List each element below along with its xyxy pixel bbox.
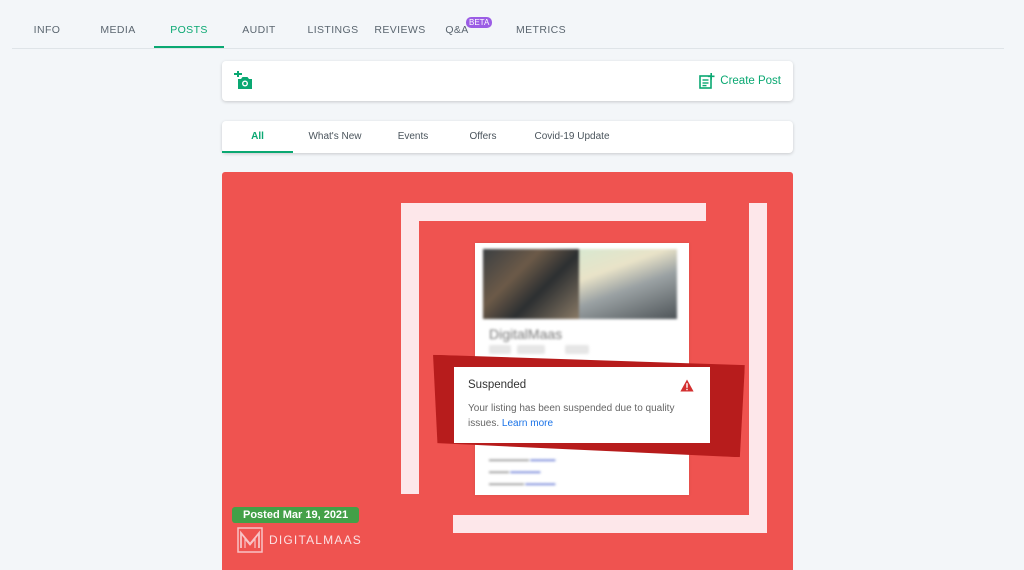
listing-detail-line: ▬▬▬▬▬▬▬ ▬▬▬▬▬▬: [489, 481, 556, 487]
map-photo: [579, 249, 677, 319]
top-nav: INFO MEDIA POSTS AUDIT LISTINGS REVIEWS …: [12, 12, 1004, 49]
filter-tab-offers[interactable]: Offers: [454, 121, 512, 153]
digitalmaas-logo-icon: [237, 527, 263, 553]
posted-date-badge: Posted Mar 19, 2021: [232, 507, 360, 523]
tab-info[interactable]: INFO: [24, 12, 70, 48]
listing-chip: [489, 345, 511, 354]
filter-tab-covid-update[interactable]: Covid-19 Update: [524, 121, 620, 153]
listing-detail-line: ▬▬▬▬▬▬▬▬ ▬▬▬▬▬: [489, 457, 556, 463]
post-image[interactable]: DigitalMaas ▬▬▬▬▬▬▬▬ ▬▬▬▬▬ ▬▬▬▬ ▬▬▬▬▬▬ ▬…: [222, 172, 793, 570]
tab-posts[interactable]: POSTS: [154, 12, 224, 48]
create-post-card: Create Post: [222, 61, 793, 101]
tab-metrics[interactable]: METRICS: [512, 12, 570, 48]
tab-reviews[interactable]: REVIEWS: [374, 12, 426, 48]
brand-name: DIGITALMAAS: [269, 533, 362, 547]
suspended-notice: Suspended Your listing has been suspende…: [454, 367, 710, 443]
notice-message: Your listing has been suspended due to q…: [468, 403, 675, 429]
decor-bar-bottom: [453, 515, 767, 533]
post-filter-tabs: All What's New Events Offers Covid-19 Up…: [222, 121, 793, 153]
decor-bar-top: [401, 203, 706, 221]
tab-listings[interactable]: LISTINGS: [302, 12, 364, 48]
interior-photo: [483, 249, 579, 319]
warning-icon: [680, 379, 694, 392]
post-add-icon: [699, 73, 715, 89]
tab-qa[interactable]: Q&A BETA: [444, 12, 493, 48]
create-post-button[interactable]: Create Post: [699, 72, 781, 90]
listing-chip: [565, 345, 589, 354]
decor-bar-left: [401, 203, 419, 494]
add-photo-button[interactable]: [232, 71, 254, 91]
learn-more-link: Learn more: [501, 418, 554, 429]
create-post-label: Create Post: [720, 75, 781, 87]
filter-tab-events[interactable]: Events: [382, 121, 444, 153]
tab-media[interactable]: MEDIA: [94, 12, 142, 48]
business-name: DigitalMaas: [489, 326, 563, 342]
listing-chip: [517, 345, 545, 354]
notice-title: Suspended: [468, 379, 527, 391]
tab-qa-label: Q&A: [445, 24, 469, 36]
beta-badge: BETA: [466, 17, 493, 28]
tab-audit[interactable]: AUDIT: [236, 12, 282, 48]
listing-detail-line: ▬▬▬▬ ▬▬▬▬▬▬: [489, 469, 541, 475]
decor-bar-right: [749, 203, 767, 533]
notice-text: Your listing has been suspended due to q…: [468, 401, 696, 431]
brand-logo: DIGITALMAAS: [237, 527, 362, 553]
add-a-photo-icon: [234, 71, 252, 89]
filter-tab-all[interactable]: All: [222, 121, 293, 153]
filter-tab-whats-new[interactable]: What's New: [298, 121, 372, 153]
